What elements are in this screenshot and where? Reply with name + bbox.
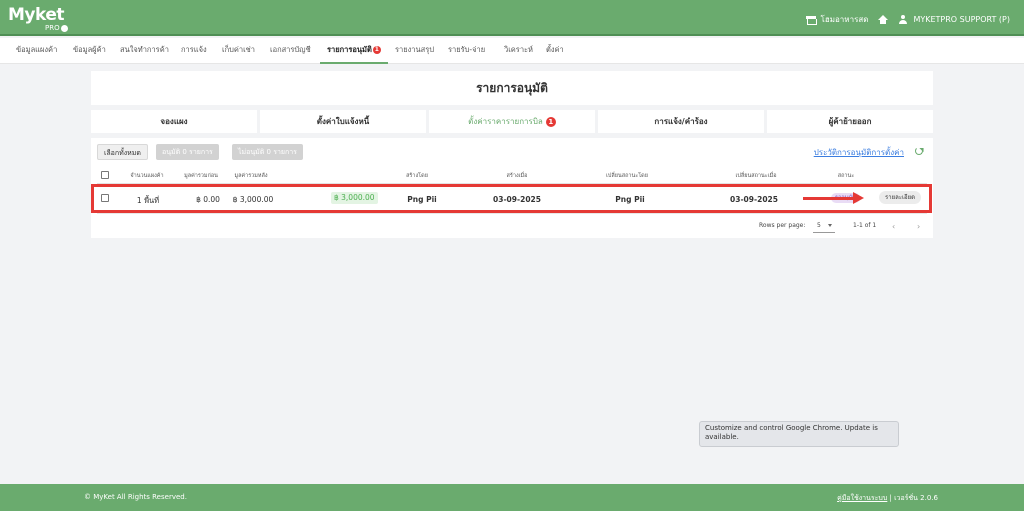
logo-text: Myket bbox=[8, 5, 65, 25]
prev-page-icon[interactable]: ‹ bbox=[892, 222, 895, 231]
refresh-icon[interactable] bbox=[915, 147, 923, 155]
tab-bill-pricing-badge: 1 bbox=[545, 117, 556, 127]
col-status: สถานะ bbox=[837, 173, 855, 179]
nav-notify[interactable]: การแจ้ง bbox=[181, 38, 207, 64]
nav-label: ตั้งค่า bbox=[546, 45, 564, 54]
nav-rent[interactable]: เก็บค่าเช่า bbox=[222, 38, 255, 64]
top-bar: Myket PRO โฮมอาหารสด MYKETPRO SUPPORT (P… bbox=[0, 0, 1024, 36]
tab-invoice-settings[interactable]: ตั้งค่าใบแจ้งหนี้ bbox=[260, 110, 426, 133]
nav-report[interactable]: รายงานสรุป bbox=[395, 38, 434, 64]
nav-label: เอกสารบัญชี bbox=[270, 45, 311, 54]
col-status-by: เปลี่ยนสถานะโดย bbox=[606, 173, 648, 179]
rows-per-page-label: Rows per page: bbox=[759, 222, 806, 229]
nav-approvals[interactable]: รายการอนุมัติ 1 bbox=[320, 38, 388, 64]
nav-income-expense[interactable]: รายรับ-จ่าย bbox=[448, 38, 485, 64]
nav-settings[interactable]: ตั้งค่า bbox=[546, 38, 564, 64]
rows-per-page-select[interactable]: 5 bbox=[817, 222, 821, 229]
nav-label: การแจ้ง bbox=[181, 45, 207, 54]
tab-label: จองแผง bbox=[160, 117, 188, 126]
user-label: MYKETPRO SUPPORT (P) bbox=[913, 15, 1010, 24]
arrow-shaft bbox=[803, 197, 855, 200]
select-all-button[interactable]: เลือกทั้งหมด bbox=[97, 144, 148, 160]
nav-accounting[interactable]: เอกสารบัญชี bbox=[270, 38, 311, 64]
col-created-by: สร้างโดย bbox=[406, 173, 428, 179]
nav-interested[interactable]: สนใจทำการค้า bbox=[120, 38, 169, 64]
logo-leaf-icon bbox=[61, 25, 68, 32]
footer-right: คู่มือใช้งานระบบ | เวอร์ชั่น 2.0.6 bbox=[837, 493, 938, 504]
tab-booking[interactable]: จองแผง bbox=[91, 110, 257, 133]
col-after: มูลค่ารวมหลัง bbox=[234, 173, 268, 179]
next-page-icon[interactable]: › bbox=[917, 222, 920, 231]
row-divider bbox=[97, 213, 927, 214]
version-label: | เวอร์ชั่น 2.0.6 bbox=[889, 494, 938, 502]
manual-link[interactable]: คู่มือใช้งานระบบ bbox=[837, 494, 887, 502]
copyright: © MyKet All Rights Reserved. bbox=[84, 493, 187, 501]
user-menu[interactable]: MYKETPRO SUPPORT (P) bbox=[898, 15, 1010, 24]
page-range: 1-1 of 1 bbox=[853, 222, 877, 229]
col-before: มูลค่ารวมก่อน bbox=[184, 173, 218, 179]
tab-bill-pricing[interactable]: ตั้งค่าราคารายการบิล 1 bbox=[429, 110, 595, 133]
tab-label: ตั้งค่าใบแจ้งหนี้ bbox=[316, 117, 370, 126]
nav-label: รายรับ-จ่าย bbox=[448, 45, 486, 54]
footer: © MyKet All Rights Reserved. คู่มือใช้งา… bbox=[0, 484, 1024, 511]
store-label: โฮมอาหารสด bbox=[820, 15, 869, 24]
nav-label: ข้อมูลแผงค้า bbox=[16, 45, 58, 54]
nav-label: ข้อมูลผู้ค้า bbox=[73, 45, 106, 54]
chevron-down-icon[interactable] bbox=[828, 224, 832, 227]
nav-label: วิเคราะห์ bbox=[504, 45, 534, 54]
store-icon bbox=[805, 15, 817, 25]
logo-sub: PRO bbox=[45, 24, 60, 32]
chrome-update-tooltip: Customize and control Google Chrome. Upd… bbox=[699, 421, 899, 447]
arrow-head-icon bbox=[853, 192, 864, 204]
page-title: รายการอนุมัติ bbox=[91, 71, 933, 105]
nav-analysis[interactable]: วิเคราะห์ bbox=[504, 38, 533, 64]
nav-label: สนใจทำการค้า bbox=[120, 45, 169, 54]
nav-approvals-badge: 1 bbox=[372, 46, 381, 54]
tab-label: การแจ้ง/คำร้อง bbox=[654, 117, 708, 126]
tab-move-out[interactable]: ผู้ค้าย้ายออก bbox=[767, 110, 933, 133]
main-nav: ข้อมูลแผงค้า ข้อมูลผู้ค้า สนใจทำการค้า ก… bbox=[0, 38, 1024, 64]
tab-requests[interactable]: การแจ้ง/คำร้อง bbox=[598, 110, 764, 133]
nav-label: รายการอนุมัติ bbox=[327, 45, 372, 54]
select-underline bbox=[813, 232, 835, 233]
col-status-at: เปลี่ยนสถานะเมื่อ bbox=[735, 173, 777, 179]
nav-merchant-info[interactable]: ข้อมูลผู้ค้า bbox=[73, 38, 106, 64]
reject-button[interactable]: ไม่อนุมัติ 0 รายการ bbox=[232, 144, 303, 160]
select-all-checkbox[interactable] bbox=[101, 171, 109, 179]
tab-label: ตั้งค่าราคารายการบิล bbox=[468, 117, 543, 126]
user-icon bbox=[898, 15, 908, 24]
nav-label: เก็บค่าเช่า bbox=[222, 45, 255, 54]
store-switcher[interactable]: โฮมอาหารสด bbox=[805, 13, 869, 26]
approve-button[interactable]: อนุมัติ 0 รายการ bbox=[156, 144, 219, 160]
nav-label: รายงานสรุป bbox=[395, 45, 435, 54]
approval-history-link[interactable]: ประวัติการอนุมัติการตั้งค่า bbox=[814, 146, 904, 159]
tab-label: ผู้ค้าย้ายออก bbox=[828, 117, 872, 126]
logo[interactable]: Myket PRO bbox=[8, 5, 68, 32]
nav-stall-info[interactable]: ข้อมูลแผงค้า bbox=[16, 38, 57, 64]
col-stalls: จำนวนแผงค้า bbox=[130, 173, 164, 179]
home-icon bbox=[878, 15, 889, 24]
home-button[interactable] bbox=[878, 15, 889, 24]
col-created-at: สร้างเมื่อ bbox=[506, 173, 528, 179]
top-right-menu: โฮมอาหารสด MYKETPRO SUPPORT (P) bbox=[805, 13, 1010, 26]
